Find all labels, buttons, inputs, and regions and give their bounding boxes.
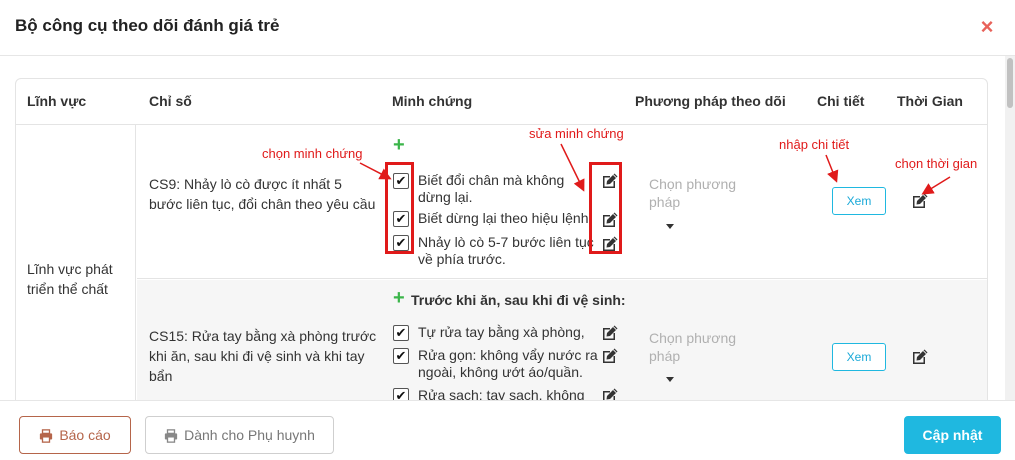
edit-icon[interactable] xyxy=(601,324,619,342)
phu-huynh-label: Dành cho Phụ huynh xyxy=(184,427,315,443)
cap-nhat-button[interactable]: Cập nhật xyxy=(904,416,1001,454)
chi-so-text: CS9: Nhảy lò cò được ít nhất 5 bước liên… xyxy=(149,176,376,212)
bao-cao-button[interactable]: Báo cáo xyxy=(19,416,131,454)
phu-huynh-button[interactable]: Dành cho Phụ huynh xyxy=(145,416,334,454)
evidence-group-title: Trước khi ăn, sau khi đi vệ sinh: xyxy=(411,292,626,308)
printer-icon xyxy=(164,429,178,443)
printer-icon xyxy=(39,429,53,443)
header-chi-tiet: Chi tiết xyxy=(817,93,865,109)
annotation-chon-minh-chung: chọn minh chứng xyxy=(262,146,363,161)
evidence-text: Rửa sạch: tay sạch, không xyxy=(418,387,585,400)
close-icon[interactable]: × xyxy=(976,16,998,38)
annotation-sua-minh-chung: sửa minh chứng xyxy=(529,126,624,141)
linh-vuc-cell: Lĩnh vực phát triển thể chất xyxy=(16,125,136,400)
linh-vuc-label: Lĩnh vực phát triển thể chất xyxy=(27,261,113,297)
modal-header: Bộ công cụ theo dõi đánh giá trẻ × xyxy=(0,0,1015,56)
evidence-text: Biết dừng lại theo hiệu lệnh. xyxy=(418,210,593,226)
evidence-text: Nhảy lò cò 5-7 bước liên tục về phía trư… xyxy=(418,234,594,267)
xem-button[interactable]: Xem xyxy=(832,343,886,371)
phuong-phap-select[interactable]: Chọn phương pháp xyxy=(649,329,759,365)
modal-title: Bộ công cụ theo dõi đánh giá trẻ xyxy=(15,16,280,35)
evidence-checkbox[interactable]: ✔ xyxy=(393,325,409,341)
annotation-chon-thoi-gian: chọn thời gian xyxy=(895,156,978,171)
edit-icon[interactable] xyxy=(911,192,929,210)
evidence-text: Biết đổi chân mà không dừng lại. xyxy=(418,172,565,205)
evidence-checkbox[interactable]: ✔ xyxy=(393,388,409,400)
header-phuong-phap: Phương pháp theo dõi xyxy=(635,93,786,109)
xem-button[interactable]: Xem xyxy=(832,187,886,215)
plus-icon[interactable]: + xyxy=(393,288,405,308)
table-row: CS15: Rửa tay bằng xà phòng trước khi ăn… xyxy=(137,280,987,400)
header-linh-vuc: Lĩnh vực xyxy=(27,93,87,109)
evaluation-table: Lĩnh vực Chỉ số Minh chứng Phương pháp t… xyxy=(15,78,988,400)
annotation-nhap-chi-tiet: nhập chi tiết xyxy=(779,137,850,152)
edit-icon[interactable] xyxy=(601,387,619,400)
evidence-text: Rửa gọn: không vẩy nước ra ngoài, không … xyxy=(418,347,598,380)
table-header: Lĩnh vực Chỉ số Minh chứng Phương pháp t… xyxy=(16,79,987,125)
scrollbar-thumb[interactable] xyxy=(1007,58,1013,108)
header-minh-chung: Minh chứng xyxy=(392,93,473,109)
header-chi-so: Chỉ số xyxy=(149,93,192,109)
scrollbar[interactable] xyxy=(1005,56,1015,400)
edit-icon[interactable] xyxy=(911,348,929,366)
modal-body: Lĩnh vực Chỉ số Minh chứng Phương pháp t… xyxy=(0,56,1015,400)
bao-cao-label: Báo cáo xyxy=(59,427,111,443)
chi-so-text: CS15: Rửa tay bằng xà phòng trước khi ăn… xyxy=(149,328,377,384)
evidence-text: Tự rửa tay bằng xà phòng, xyxy=(418,324,585,340)
evidence-checkbox[interactable]: ✔ xyxy=(393,348,409,364)
caret-down-icon[interactable] xyxy=(666,224,674,229)
phuong-phap-select[interactable]: Chọn phương pháp xyxy=(649,175,759,211)
annotation-box-checkboxes xyxy=(385,162,414,254)
header-thoi-gian: Thời Gian xyxy=(897,93,963,109)
modal-footer: Báo cáo Dành cho Phụ huynh Cập nhật xyxy=(0,400,1015,460)
edit-icon[interactable] xyxy=(601,347,619,365)
caret-down-icon[interactable] xyxy=(666,377,674,382)
annotation-box-edit xyxy=(589,162,622,254)
plus-icon[interactable]: + xyxy=(393,135,405,155)
